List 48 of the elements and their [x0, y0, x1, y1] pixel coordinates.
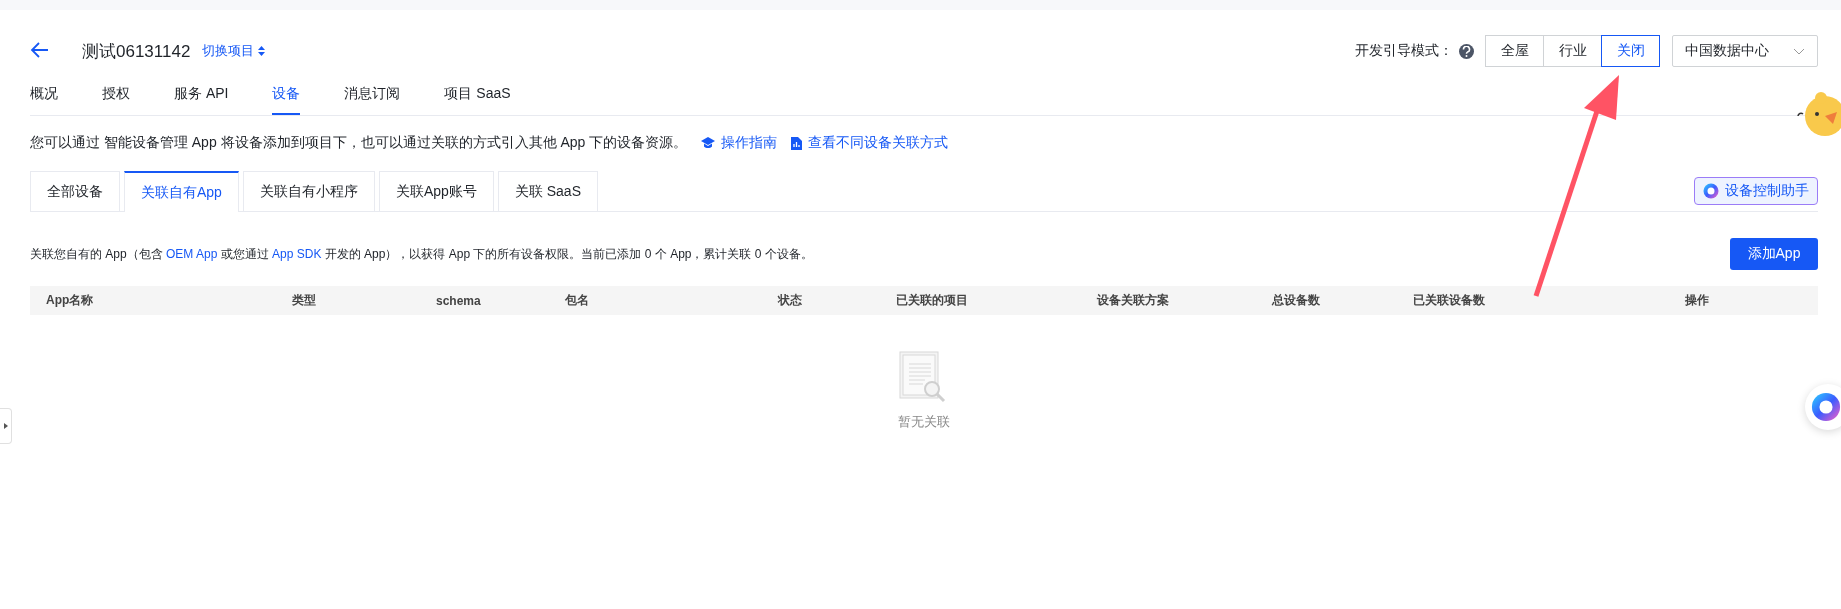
sub-tab[interactable]: 关联自有小程序	[242, 171, 375, 211]
info-link[interactable]: App SDK	[272, 246, 322, 261]
column-header: 包名	[565, 292, 590, 309]
sub-tab[interactable]: 全部设备	[30, 171, 120, 211]
back-arrow-icon	[30, 40, 50, 60]
column-header: 操作	[1685, 292, 1710, 309]
assistant-orb-icon	[1811, 392, 1841, 422]
column-header: schema	[436, 293, 482, 308]
sub-tab[interactable]: 关联 SaaS	[497, 171, 598, 211]
assistant-float-button[interactable]	[1805, 384, 1841, 430]
graduation-cap-icon	[701, 137, 716, 149]
empty-state-text: 暂无关联	[898, 413, 950, 431]
nav-tab[interactable]: 概况	[30, 74, 58, 115]
nav-tab[interactable]: 授权	[102, 74, 130, 115]
info-text: 关联您自有的 App（包含 OEM App 或您通过 App SDK 开发的 App），以获得 App 下的所有设备权限。当前已添加 0 个 App，累计关联 0 个设备。	[30, 245, 813, 263]
guide-mode-option[interactable]: 关闭	[1601, 35, 1660, 67]
info-link[interactable]: OEM App	[166, 246, 218, 261]
guide-mode-label: 开发引导模式：	[1355, 42, 1453, 60]
nav-tab[interactable]: 项目 SaaS	[444, 74, 511, 115]
chevron-right-icon	[3, 423, 8, 429]
assistant-orb-icon	[1703, 183, 1719, 199]
nav-tab[interactable]: 设备	[272, 74, 301, 115]
device-assistant-button[interactable]: 设备控制助手	[1694, 177, 1818, 205]
nav-tab[interactable]: 消息订阅	[344, 74, 401, 115]
description-text: 您可以通过 智能设备管理 App 将设备添加到项目下，也可以通过关联的方式引入其他 App 下的设备资源。	[30, 134, 688, 152]
column-header: 类型	[292, 292, 317, 309]
guide-link[interactable]: 操作指南	[701, 134, 778, 152]
column-header: App名称	[46, 292, 95, 309]
column-header: 状态	[778, 292, 803, 309]
chevron-down-icon	[1793, 47, 1805, 55]
column-header: 已关联的项目	[896, 292, 969, 309]
switch-project-button[interactable]: 切换项目	[202, 42, 266, 60]
guide-mode-option[interactable]: 行业	[1543, 35, 1602, 67]
sidebar-expand-handle[interactable]	[0, 408, 12, 444]
project-title: 测试06131142	[82, 40, 191, 63]
document-icon	[791, 136, 803, 150]
guide-mode-option[interactable]: 全屋	[1485, 35, 1544, 67]
column-header: 设备关联方案	[1097, 292, 1170, 309]
column-header: 总设备数	[1272, 292, 1321, 309]
sub-tab[interactable]: 关联自有App	[124, 171, 239, 212]
sub-tab[interactable]: 关联App账号	[378, 171, 494, 211]
sort-caret-icon	[258, 46, 266, 56]
column-header: 已关联设备数	[1413, 292, 1486, 309]
guide-link[interactable]: 查看不同设备关联方式	[791, 134, 949, 152]
nav-tab[interactable]: 服务 API	[174, 74, 229, 115]
add-app-button[interactable]: 添加App	[1730, 238, 1818, 270]
region-dropdown[interactable]: 中国数据中心	[1672, 35, 1818, 67]
help-icon[interactable]	[1459, 43, 1474, 59]
